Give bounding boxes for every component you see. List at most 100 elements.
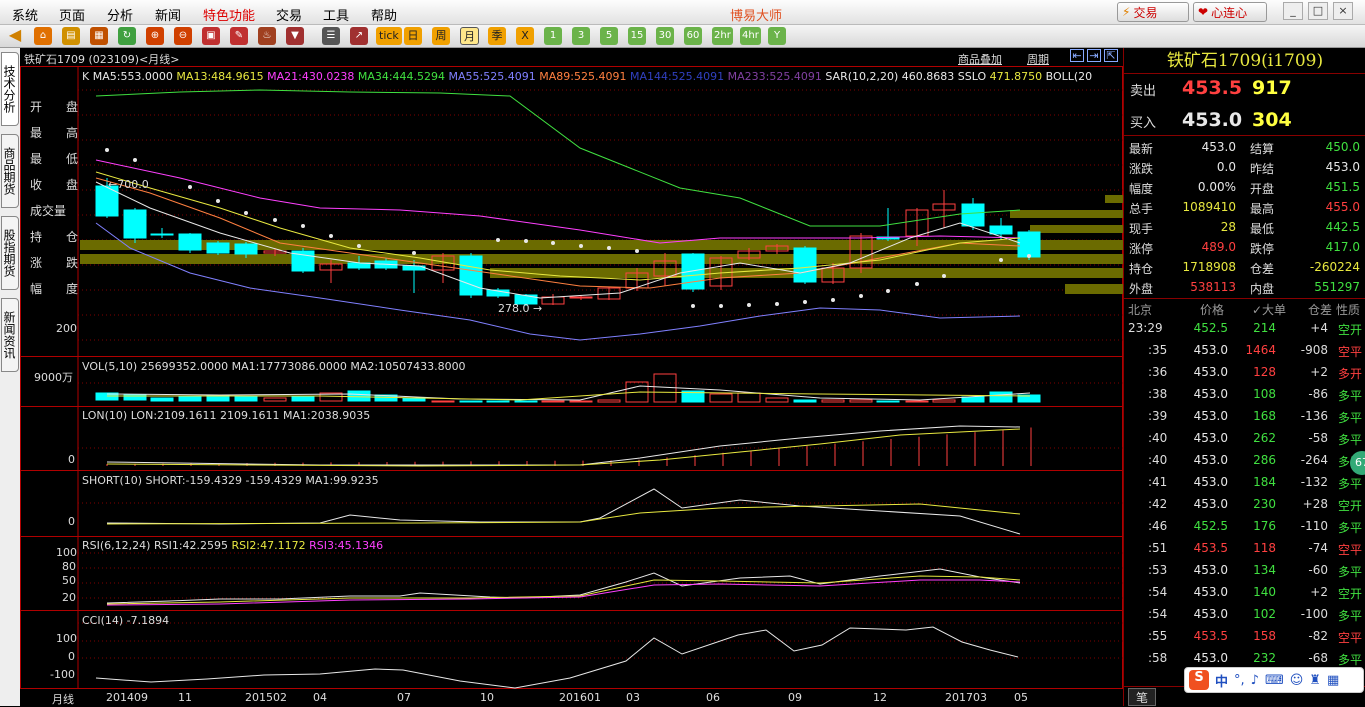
refresh-icon[interactable]: ↻ xyxy=(118,27,136,45)
tick-row: :40 453.0 262 -58 多平 xyxy=(1124,428,1365,450)
quote-cell: 450.0 xyxy=(1325,140,1360,154)
period-2hr[interactable]: 2hr xyxy=(712,27,733,45)
period-3min[interactable]: 3 xyxy=(572,27,590,45)
volume-bar xyxy=(569,400,593,403)
period-5min[interactable]: 5 xyxy=(600,27,618,45)
overlay-button[interactable]: 商品叠加 xyxy=(958,51,1002,67)
cycle-button[interactable]: 周期 xyxy=(1027,51,1049,67)
quote-cell: 0.0 xyxy=(1216,160,1236,174)
scroll-right-icon[interactable]: ⇥ xyxy=(1087,49,1101,62)
tick-row: :55 453.5 158 -82 空平 xyxy=(1124,626,1365,648)
filter-icon[interactable]: ▼ xyxy=(286,27,304,45)
punct-icon: °, xyxy=(1234,672,1245,688)
menu-tools[interactable]: 工具 xyxy=(323,5,349,24)
menu-page[interactable]: 页面 xyxy=(59,5,85,24)
volume-bar xyxy=(234,396,258,402)
info-label: 高 xyxy=(65,126,78,140)
kline-chart[interactable] xyxy=(20,48,1123,706)
period-4hr[interactable]: 4hr xyxy=(740,27,761,45)
vol-header: VOL(5,10) 25699352.0000 MA1:17773086.000… xyxy=(82,360,466,373)
info-label: 成交量 xyxy=(30,204,67,218)
scroll-left-icon[interactable]: ⇤ xyxy=(1070,49,1084,62)
ma-legend-item: MA13:484.9615 xyxy=(172,70,264,83)
menu-trade[interactable]: 交易 xyxy=(276,5,302,24)
quote-cell: 453.0 xyxy=(1201,140,1236,154)
indicator-icon[interactable]: ♨ xyxy=(258,27,276,45)
quote-cell: 28 xyxy=(1220,220,1236,234)
rsi-axis-50: 50 xyxy=(62,574,76,587)
tick-cell: +4 xyxy=(1310,321,1328,335)
chart-title: 铁矿石1709 (023109)<月线> xyxy=(24,53,180,66)
menu-system[interactable]: 系统 xyxy=(12,5,38,24)
close-button[interactable]: × xyxy=(1333,2,1353,20)
board-icon[interactable]: ▦ xyxy=(90,27,108,45)
window-icon[interactable]: ▣ xyxy=(202,27,220,45)
back-arrow-icon[interactable]: ◀ xyxy=(6,27,24,45)
price-axis-200: 200 xyxy=(56,322,77,335)
trade-button[interactable]: ⚡ 交易 xyxy=(1117,2,1189,22)
period-tick[interactable]: tick xyxy=(376,27,402,45)
minimize-button[interactable]: _ xyxy=(1283,2,1303,20)
panel-border xyxy=(20,66,1123,357)
tick-cell: 230 xyxy=(1253,497,1276,511)
ma-legend-item: SAR(10,2,20) xyxy=(821,70,899,83)
quote-cell: 417.0 xyxy=(1325,240,1360,254)
period-week[interactable]: 周 xyxy=(432,27,450,45)
tick-cell: -68 xyxy=(1308,651,1328,665)
draw-pen-icon[interactable]: ✎ xyxy=(230,27,248,45)
zoom-out-icon[interactable]: ⊖ xyxy=(174,27,192,45)
quote-row: 涨停 489.0 跌停 417.0 xyxy=(1124,238,1365,258)
chart-icon[interactable]: ↗ xyxy=(350,27,368,45)
rsi-axis-80: 80 xyxy=(62,560,76,573)
period-month[interactable]: 月 xyxy=(460,27,479,45)
volume-bar xyxy=(514,400,538,403)
tick-cell: +28 xyxy=(1302,497,1328,511)
quote-cell: 外盘 xyxy=(1129,282,1154,296)
sell-price: 453.5 xyxy=(1182,77,1243,99)
short-ma-line xyxy=(106,503,1021,525)
tick-cell: 453.0 xyxy=(1193,387,1228,401)
sar-dot xyxy=(1027,254,1031,258)
list-icon[interactable]: ☰ xyxy=(322,27,340,45)
ma-legend-item: MA21:430.0238 xyxy=(263,70,355,83)
period-quarter[interactable]: 季 xyxy=(488,27,506,45)
tick-cell: 453.0 xyxy=(1193,607,1228,621)
menu-help[interactable]: 帮助 xyxy=(371,5,397,24)
tick-cell: 176 xyxy=(1253,519,1276,533)
left-side-tabs: 技术分析 商品期货 股指期货 新闻资讯 xyxy=(0,48,20,706)
tab-index-futures[interactable]: 股指期货 xyxy=(1,216,19,290)
quote-row: 最新 453.0 结算 450.0 xyxy=(1124,138,1365,158)
tab-technical-analysis[interactable]: 技术分析 xyxy=(1,52,19,126)
candle-body xyxy=(961,203,985,227)
period-year[interactable]: Y xyxy=(768,27,786,45)
contract-name: 铁矿石1709(i1709) xyxy=(1124,48,1365,74)
menu-news[interactable]: 新闻 xyxy=(155,5,181,24)
quote-cell: 昨结 xyxy=(1250,162,1275,176)
shirt-icon: ♜ xyxy=(1309,672,1321,688)
period-x[interactable]: X xyxy=(516,27,534,45)
heart-link-button[interactable]: ❤ 心连心 xyxy=(1193,2,1267,22)
tab-ticks[interactable]: 笔 xyxy=(1128,688,1156,706)
book-icon[interactable]: ▤ xyxy=(62,27,80,45)
period-1min[interactable]: 1 xyxy=(544,27,562,45)
chart-area: 铁矿石1709 (023109)<月线> 商品叠加 周期 ⇤ ⇥ ⇱ K MA5… xyxy=(20,48,1123,706)
info-label-row: 收盘 xyxy=(30,176,78,193)
period-15min[interactable]: 15 xyxy=(628,27,646,45)
ma-legend-item: MA34:444.5294 xyxy=(354,70,446,83)
period-day[interactable]: 日 xyxy=(404,27,422,45)
tick-cell: -58 xyxy=(1308,431,1328,445)
zoom-in-icon[interactable]: ⊕ xyxy=(146,27,164,45)
home-icon[interactable]: ⌂ xyxy=(34,27,52,45)
tab-commodity-futures[interactable]: 商品期货 xyxy=(1,134,19,208)
maximize-button[interactable]: □ xyxy=(1308,2,1328,20)
quote-cell: 489.0 xyxy=(1201,240,1236,254)
ime-toolbar[interactable]: S 中 °, ♪ ⌨ ☺ ♜ ▦ xyxy=(1184,667,1364,693)
period-30min[interactable]: 30 xyxy=(656,27,674,45)
tick-row: :39 453.0 168 -136 多平 xyxy=(1124,406,1365,428)
period-60min[interactable]: 60 xyxy=(684,27,702,45)
candle-body xyxy=(793,247,817,283)
tab-news[interactable]: 新闻资讯 xyxy=(1,298,19,372)
menu-analysis[interactable]: 分析 xyxy=(107,5,133,24)
expand-icon[interactable]: ⇱ xyxy=(1104,49,1118,62)
menu-features[interactable]: 特色功能 xyxy=(203,5,255,24)
